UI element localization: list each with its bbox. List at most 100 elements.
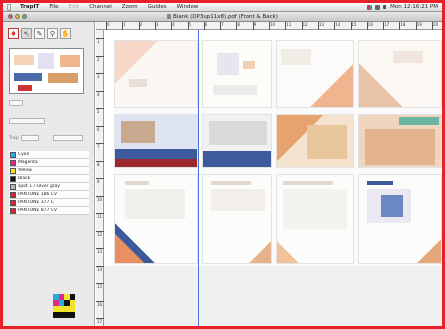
ruler-tick-label: 15: [351, 22, 357, 27]
ruler-tick-label: 4: [97, 91, 100, 97]
thumbnail-block: [48, 73, 78, 83]
ruler-tick-label: 16: [97, 301, 103, 307]
page-preview: [276, 174, 354, 264]
imposed-sheet: [114, 40, 442, 266]
panel-field[interactable]: [9, 100, 23, 106]
ruler-tick-label: 12: [302, 22, 308, 27]
separation-name: PANTONE 377 C: [18, 200, 54, 205]
ruler-tick-label: 8: [97, 161, 100, 167]
page-thumbnail[interactable]: [9, 48, 84, 94]
ruler-tick-label: 1: [123, 22, 126, 27]
separation-item[interactable]: Magenta: [9, 159, 89, 167]
page-preview: [358, 114, 442, 168]
ruler-tick-label: 13: [318, 22, 324, 27]
separation-swatch-icon: [10, 175, 16, 182]
menu-channel[interactable]: Channel: [84, 4, 117, 10]
app-menu[interactable]: TrapIT: [15, 4, 44, 10]
flag-icon[interactable]: [367, 4, 373, 10]
page-preview: [358, 174, 442, 264]
ruler-tick-label: 14: [335, 22, 341, 27]
ruler-tick-label: 2: [97, 56, 100, 62]
menubar:  TrapIT File Edit Channel Zoom Guides W…: [3, 3, 442, 12]
pencil-tool-icon[interactable]: ✎: [34, 28, 45, 39]
window-title-text: Blank (DP3up11x8).pdf (Front & Back): [173, 13, 278, 20]
menu-window[interactable]: Window: [172, 4, 204, 10]
thumbnail-block: [18, 85, 32, 91]
separation-swatch-icon: [10, 159, 16, 166]
color-bars-icon: [53, 294, 75, 318]
separation-item[interactable]: Yellow: [9, 167, 89, 175]
tool-bar: ♦ ↖ ✎ ⚲ ✋: [8, 28, 71, 39]
ruler-tick-label: 3: [155, 22, 159, 27]
arrow-tool-icon[interactable]: ↖: [21, 28, 32, 39]
menu-edit[interactable]: Edit: [64, 4, 85, 10]
ruler-tick-label: 3: [97, 74, 100, 79]
ruler-tick-label: 7: [221, 22, 224, 27]
ruler-tick-label: 4: [172, 22, 175, 27]
separation-swatch-icon: [10, 183, 16, 190]
separation-item[interactable]: PANTONE 377 C: [9, 199, 89, 207]
ruler-tick-label: 9: [97, 179, 100, 184]
thumbnail-block: [14, 73, 42, 81]
separation-swatch-icon: [10, 191, 16, 198]
page-preview: [276, 114, 354, 168]
apple-menu-icon[interactable]: : [3, 3, 15, 11]
separation-item[interactable]: Cyan: [9, 151, 89, 159]
trap-width-field[interactable]: [21, 135, 39, 141]
ruler-tick-label: 7: [97, 144, 100, 149]
ruler-tick-label: 14: [97, 266, 103, 272]
display-icon[interactable]: [375, 4, 381, 10]
ruler-tick-label: 15: [97, 284, 103, 289]
ruler-tick-label: 10: [97, 196, 103, 202]
document-canvas[interactable]: [104, 30, 442, 326]
separation-name: Magenta: [18, 160, 38, 165]
separation-item[interactable]: PANTONE 186 CV: [9, 191, 89, 199]
document-icon: [167, 13, 172, 19]
ruler-tick-label: 16: [367, 22, 373, 27]
vertical-guide[interactable]: [198, 30, 199, 326]
ruler-tick-label: 5: [188, 22, 192, 27]
ruler-tick-label: 13: [97, 249, 103, 254]
zoom-tool-icon[interactable]: ⚲: [47, 28, 58, 39]
app-logo-icon: ♦: [8, 28, 19, 39]
vertical-ruler[interactable]: 1 2 3 4 5 6 7 8 9 10 11 12 13 14 15 16 17: [96, 30, 104, 326]
ruler-tick-label: 11: [286, 22, 292, 27]
ruler-tick-label: 10: [270, 22, 276, 27]
ruler-tick-label: 11: [97, 214, 103, 219]
thumbnail-block: [14, 55, 34, 65]
menubar-clock[interactable]: Mon 12:16:21 PM: [390, 4, 438, 10]
page-preview: [202, 114, 272, 168]
separation-name: Yellow: [18, 168, 32, 173]
horizontal-ruler[interactable]: 0 1 2 3 4 5 6 7 8 9 10 11 12 13 14 15 16 17 18 19 20: [96, 22, 442, 30]
menu-guides[interactable]: Guides: [143, 4, 172, 10]
menu-file[interactable]: File: [44, 4, 63, 10]
separation-swatch-icon: [10, 199, 16, 206]
separation-swatch-icon: [10, 207, 16, 214]
separation-item[interactable]: spot 1 / silver gray: [9, 183, 89, 191]
volume-icon[interactable]: [383, 5, 387, 9]
separation-item[interactable]: Black: [9, 175, 89, 183]
page-preview: [114, 174, 198, 264]
page-preview: [202, 174, 272, 264]
page-preview: [202, 40, 272, 108]
ruler-tick-label: 18: [400, 22, 406, 27]
trap-value-field[interactable]: [53, 135, 83, 141]
ruler-tick-label: 5: [97, 109, 100, 114]
menu-zoom[interactable]: Zoom: [117, 4, 143, 10]
ruler-tick-label: 0: [107, 22, 110, 27]
hand-tool-icon[interactable]: ✋: [60, 28, 71, 39]
separation-name: PANTONE 186 CV: [18, 192, 58, 197]
ruler-tick-label: 9: [253, 22, 257, 27]
separation-name: Black: [18, 176, 31, 181]
window-titlebar: Blank (DP3up11x8).pdf (Front & Back): [3, 12, 442, 22]
ruler-tick-label: 19: [416, 22, 422, 27]
window-title: Blank (DP3up11x8).pdf (Front & Back): [3, 13, 442, 20]
thumbnail-block: [60, 55, 80, 67]
separation-swatch-icon: [10, 167, 16, 174]
tool-panel: ♦ ↖ ✎ ⚲ ✋ Trap Cyan Magenta Yellow Black spo…: [3, 22, 95, 326]
panel-field[interactable]: [9, 118, 45, 124]
page-preview: [114, 40, 198, 108]
separation-name: Cyan: [18, 152, 30, 157]
separation-item[interactable]: PANTONE 877 CV: [9, 207, 89, 215]
separation-swatch-icon: [10, 151, 16, 158]
